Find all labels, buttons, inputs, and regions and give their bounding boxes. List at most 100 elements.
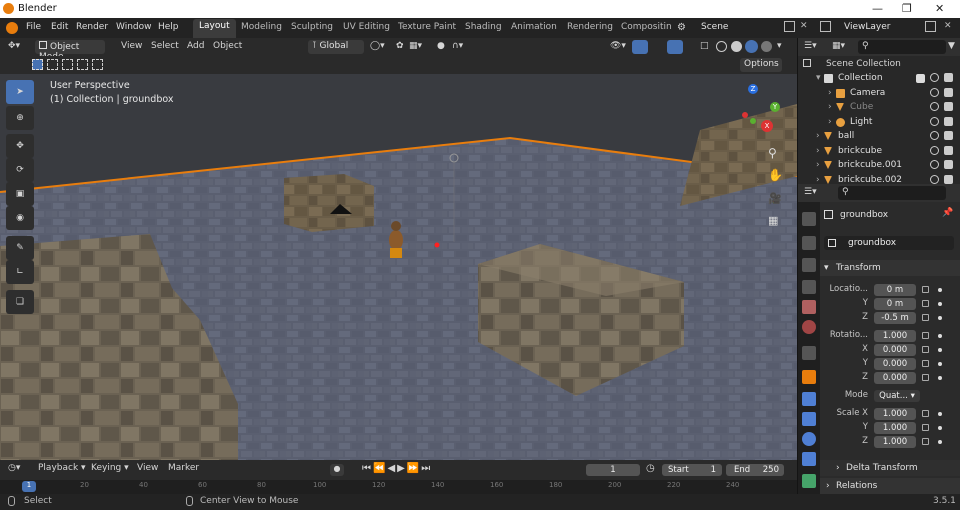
location-x-field[interactable]: 0 m — [874, 284, 916, 296]
outliner-item[interactable]: › brickcube — [798, 145, 960, 159]
annotate-tool[interactable]: ✎ — [6, 236, 34, 260]
data-tab-icon[interactable] — [802, 474, 816, 488]
scale-x-field[interactable]: 1.000 — [874, 408, 916, 420]
snap-icon[interactable]: ✿ — [396, 41, 404, 51]
outliner-item[interactable]: › Camera — [798, 87, 960, 101]
select-intersect-icon[interactable] — [92, 59, 103, 70]
camera-render-icon[interactable] — [944, 160, 953, 169]
view-layer-tab-icon[interactable] — [802, 280, 816, 294]
menu-help[interactable]: Help — [158, 22, 179, 32]
shading-options-icon[interactable]: ▾ — [777, 41, 782, 51]
camera-render-icon[interactable] — [944, 87, 953, 97]
eye-icon[interactable] — [930, 160, 939, 169]
autokey-record-icon[interactable]: ● — [330, 464, 344, 476]
tab-animation[interactable]: Animation — [511, 22, 557, 32]
gizmo-neg-x[interactable] — [742, 112, 748, 118]
gizmo-y-axis[interactable]: Y — [770, 102, 780, 112]
keyframe-dot-icon[interactable] — [938, 376, 942, 380]
lock-icon[interactable] — [922, 300, 929, 307]
rotation-z-field[interactable]: 0.000 — [874, 372, 916, 384]
keyframe-dot-icon[interactable] — [938, 412, 942, 416]
select-new-icon[interactable] — [32, 59, 43, 70]
move-tool[interactable]: ✥ — [6, 134, 34, 158]
current-frame-field[interactable]: 1 — [586, 464, 640, 476]
pivot-icon[interactable]: ◯▾ — [370, 41, 385, 51]
particles-tab-icon[interactable] — [802, 412, 816, 426]
output-tab-icon[interactable] — [802, 258, 816, 272]
eye-icon[interactable] — [930, 131, 939, 140]
relations-section[interactable]: › Relations — [820, 478, 960, 494]
rotation-w-field[interactable]: 1.000 — [874, 330, 916, 342]
proportional-edit-icon[interactable]: ● — [437, 41, 445, 51]
playback-controls[interactable]: ⏮⏪◀▶⏩⏭ — [362, 463, 432, 474]
modifier-tab-icon[interactable] — [802, 392, 816, 406]
camera-view-icon[interactable]: 🎥 — [768, 192, 782, 205]
tool-tab-icon[interactable] — [802, 212, 816, 226]
remove-viewlayer-icon[interactable]: ✕ — [944, 21, 952, 31]
tab-compositing[interactable]: Compositin — [621, 22, 672, 32]
lock-icon[interactable] — [922, 332, 929, 339]
expand-arrow-icon[interactable]: ▾ — [816, 73, 821, 83]
end-frame-field[interactable]: End 250 — [726, 464, 784, 476]
eye-icon[interactable] — [930, 102, 939, 111]
close-icon[interactable]: ✕ — [935, 2, 944, 15]
lock-icon[interactable] — [922, 438, 929, 445]
menu-edit[interactable]: Edit — [51, 22, 68, 32]
expand-arrow-icon[interactable]: › — [816, 175, 820, 185]
maximize-icon[interactable]: ❐ — [902, 2, 912, 15]
select-subtract-icon[interactable] — [62, 59, 73, 70]
3d-viewport[interactable]: User Perspective (1) Collection | ground… — [0, 74, 797, 460]
outliner-editor-icon[interactable]: ☰▾ — [804, 41, 817, 51]
keyframe-dot-icon[interactable] — [938, 288, 942, 292]
lock-icon[interactable] — [922, 314, 929, 321]
render-tab-icon[interactable] — [802, 236, 816, 250]
camera-render-icon[interactable] — [944, 145, 953, 155]
properties-search-input[interactable]: ⚲ — [838, 186, 946, 200]
camera-render-icon[interactable] — [944, 116, 953, 126]
lock-icon[interactable] — [922, 360, 929, 367]
tab-modeling[interactable]: Modeling — [241, 22, 282, 32]
minimize-icon[interactable]: — — [872, 2, 883, 15]
menu-playback[interactable]: Playback ▾ — [38, 463, 86, 473]
cursor-tool[interactable]: ⊕ — [6, 106, 34, 130]
expand-arrow-icon[interactable]: › — [816, 146, 820, 156]
menu-view[interactable]: View — [121, 41, 142, 51]
lock-icon[interactable] — [922, 374, 929, 381]
viewlayer-name[interactable]: ViewLayer — [844, 22, 890, 32]
wireframe-shading-icon[interactable] — [716, 41, 727, 52]
falloff-icon[interactable]: ∩▾ — [452, 41, 463, 51]
rotate-tool[interactable]: ⟳ — [6, 158, 34, 182]
scene-name[interactable]: Scene — [701, 22, 728, 32]
material-shading-icon[interactable] — [745, 40, 758, 53]
rendered-shading-icon[interactable] — [761, 41, 772, 52]
gizmo-z-axis[interactable]: Z — [748, 84, 758, 94]
camera-render-icon[interactable] — [944, 73, 953, 82]
filter-icon[interactable]: ▼ — [948, 41, 955, 51]
physics-tab-icon[interactable] — [802, 432, 816, 446]
lock-icon[interactable] — [922, 410, 929, 417]
editor-type-icon[interactable]: ✥▾ — [8, 41, 20, 51]
eye-icon[interactable] — [930, 73, 939, 82]
tab-layout[interactable]: Layout — [193, 19, 236, 38]
collection-tab-icon[interactable] — [802, 346, 816, 360]
location-z-field[interactable]: -0.5 m — [874, 312, 916, 324]
menu-object[interactable]: Object — [213, 41, 242, 51]
solid-shading-icon[interactable] — [731, 41, 742, 52]
visibility-icon[interactable]: 👁▾ — [610, 41, 626, 51]
keyframe-dot-icon[interactable] — [938, 302, 942, 306]
keyframe-dot-icon[interactable] — [938, 362, 942, 366]
camera-render-icon[interactable] — [944, 174, 953, 184]
lock-icon[interactable] — [922, 286, 929, 293]
timeline-editor-icon[interactable]: ◷▾ — [8, 463, 20, 473]
xray-icon[interactable]: □ — [700, 41, 709, 51]
outliner-search-input[interactable]: ⚲ — [858, 40, 946, 54]
keyframe-dot-icon[interactable] — [938, 426, 942, 430]
gizmo-x-axis[interactable]: X — [761, 120, 773, 132]
new-viewlayer-icon[interactable] — [925, 21, 936, 32]
location-y-field[interactable]: 0 m — [874, 298, 916, 310]
new-scene-icon[interactable] — [784, 21, 795, 32]
navigation-gizmo[interactable]: Z Y X — [728, 82, 786, 140]
camera-render-icon[interactable] — [944, 102, 953, 111]
scale-z-field[interactable]: 1.000 — [874, 436, 916, 448]
transform-tool[interactable]: ◉ — [6, 206, 34, 230]
